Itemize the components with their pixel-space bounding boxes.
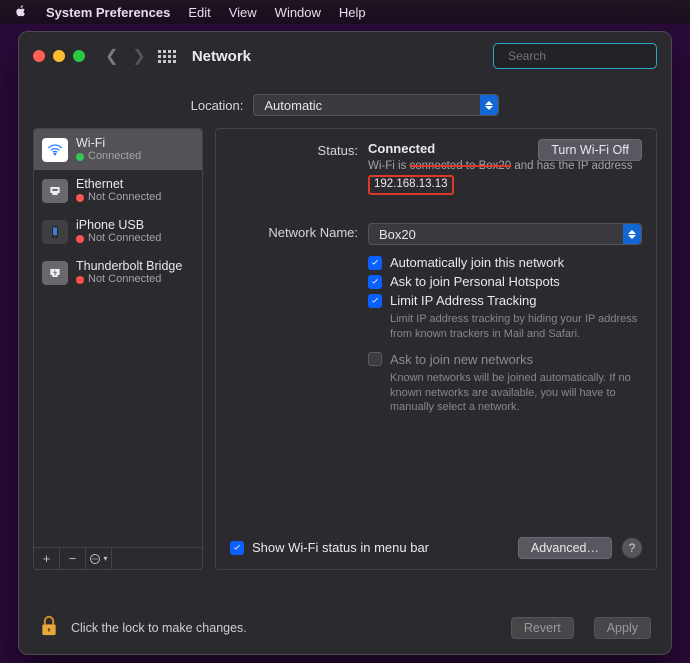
auto-join-checkbox[interactable]	[368, 256, 382, 270]
forward-button[interactable]: ❯	[132, 46, 145, 66]
status-dot-icon	[76, 235, 84, 243]
status-label: Status:	[230, 141, 358, 158]
menu-view[interactable]: View	[229, 5, 257, 20]
ask-new-networks-note: Known networks will be joined automatica…	[390, 371, 642, 416]
apple-menu[interactable]	[14, 4, 28, 21]
ethernet-icon	[42, 179, 68, 203]
limit-ip-note: Limit IP address tracking by hiding your…	[390, 312, 642, 342]
ip-address-highlight: 192.168.13.13	[368, 175, 454, 196]
help-button[interactable]: ?	[622, 538, 642, 558]
advanced-button[interactable]: Advanced…	[518, 537, 612, 559]
status-dot-icon	[76, 194, 84, 202]
minimize-button[interactable]	[53, 50, 65, 62]
status-detail: Wi-Fi is connected to Box20 and has the …	[368, 159, 642, 195]
preferences-window: ❮ ❯ Network Location: Automatic	[18, 31, 672, 655]
window-title: Network	[192, 48, 251, 65]
network-name-label: Network Name:	[230, 223, 358, 240]
limit-ip-checkbox[interactable]	[368, 294, 382, 308]
interface-actions-button[interactable]: ▾	[86, 548, 112, 569]
search-input[interactable]	[508, 49, 663, 63]
ask-hotspots-checkbox[interactable]	[368, 275, 382, 289]
back-button[interactable]: ❮	[105, 46, 118, 66]
traffic-lights	[33, 50, 85, 62]
auto-join-label: Automatically join this network	[390, 255, 564, 270]
menu-help[interactable]: Help	[339, 5, 366, 20]
zoom-button[interactable]	[73, 50, 85, 62]
show-in-menubar-checkbox[interactable]	[230, 541, 244, 555]
location-value: Automatic	[264, 98, 322, 113]
sidebar-item-iphone-usb[interactable]: iPhone USB Not Connected	[34, 211, 202, 252]
wifi-toggle-button[interactable]: Turn Wi-Fi Off	[538, 139, 642, 161]
sidebar-item-wifi[interactable]: Wi-Fi Connected	[34, 129, 202, 170]
network-name-select[interactable]: Box20	[368, 223, 642, 245]
ellipsis-circle-icon	[89, 553, 101, 565]
revert-button[interactable]: Revert	[511, 617, 574, 639]
location-select[interactable]: Automatic	[253, 94, 499, 116]
wifi-icon	[42, 138, 68, 162]
status-dot-icon	[76, 276, 84, 284]
thunderbolt-icon	[42, 261, 68, 285]
window-toolbar: ❮ ❯ Network	[19, 32, 671, 80]
chevron-updown-icon	[623, 224, 641, 244]
apply-button[interactable]: Apply	[594, 617, 651, 639]
remove-interface-button[interactable]: −	[60, 548, 86, 569]
sidebar-item-ethernet[interactable]: Ethernet Not Connected	[34, 170, 202, 211]
sidebar-item-label: Ethernet	[76, 177, 161, 191]
sidebar-item-label: Thunderbolt Bridge	[76, 259, 182, 273]
show-all-icon[interactable]	[158, 50, 176, 63]
show-in-menubar-label: Show Wi-Fi status in menu bar	[252, 540, 429, 555]
ask-hotspots-label: Ask to join Personal Hotspots	[390, 274, 560, 289]
sidebar-item-label: iPhone USB	[76, 218, 161, 232]
menu-window[interactable]: Window	[275, 5, 321, 20]
sidebar-item-thunderbolt[interactable]: Thunderbolt Bridge Not Connected	[34, 252, 202, 293]
sidebar-item-label: Wi-Fi	[76, 136, 141, 150]
location-label: Location:	[191, 98, 244, 113]
menubar: System Preferences Edit View Window Help	[0, 0, 690, 24]
menubar-app-name[interactable]: System Preferences	[46, 5, 170, 20]
interface-sidebar: Wi-Fi Connected Ethernet Not Connected	[33, 128, 203, 570]
lock-icon[interactable]	[39, 614, 59, 643]
chevron-down-icon: ▾	[103, 554, 107, 563]
close-button[interactable]	[33, 50, 45, 62]
lock-bar: Click the lock to make changes. Revert A…	[19, 602, 671, 654]
menu-edit[interactable]: Edit	[188, 5, 210, 20]
chevron-updown-icon	[480, 95, 498, 115]
search-field[interactable]	[493, 43, 657, 69]
ask-new-networks-checkbox[interactable]	[368, 352, 382, 366]
lock-text: Click the lock to make changes.	[71, 621, 247, 635]
add-interface-button[interactable]: +	[34, 548, 60, 569]
iphone-icon	[42, 220, 68, 244]
network-name-value: Box20	[379, 227, 416, 242]
ask-new-networks-label: Ask to join new networks	[390, 352, 533, 367]
limit-ip-label: Limit IP Address Tracking	[390, 293, 536, 308]
status-dot-icon	[76, 153, 84, 161]
detail-pane: Turn Wi-Fi Off Status: Connected Wi-Fi i…	[215, 128, 657, 570]
